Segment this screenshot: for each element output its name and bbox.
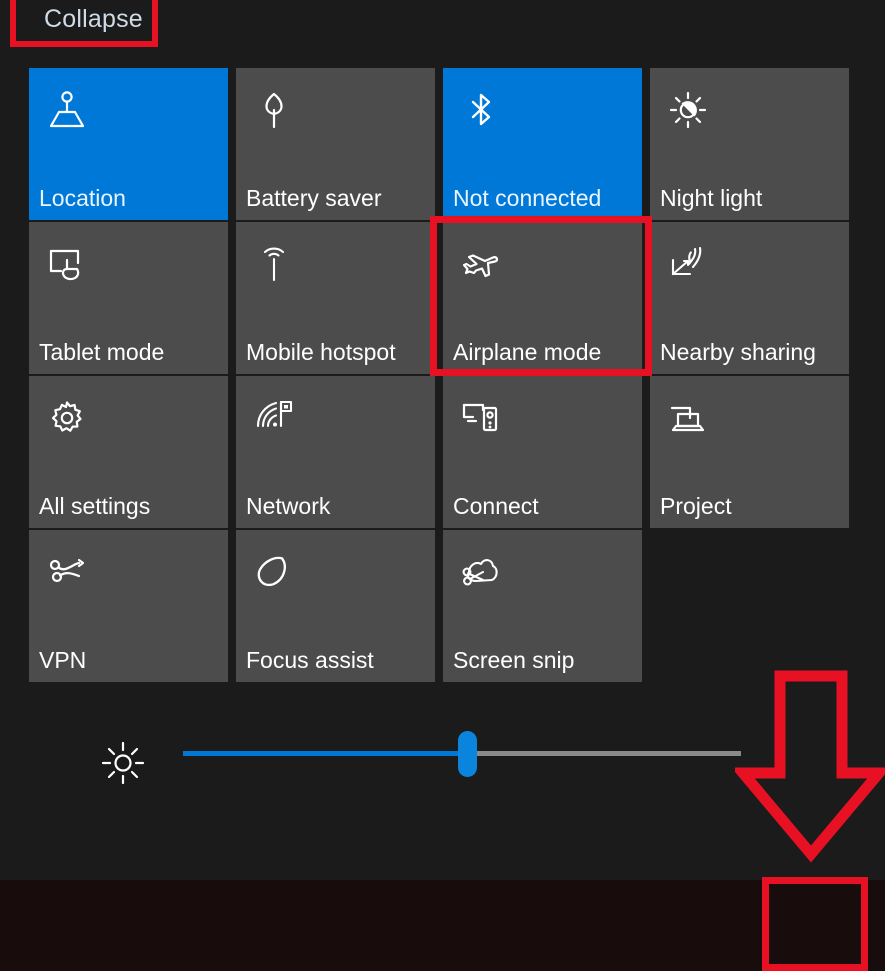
brightness-slider-row [0, 718, 885, 798]
quick-action-tile-network[interactable]: Network [236, 376, 435, 528]
battery-saver-icon [246, 82, 302, 138]
quick-action-tile-label: Mobile hotspot [246, 339, 396, 365]
mobile-hotspot-icon [246, 236, 302, 292]
quick-action-tile-label: Location [39, 185, 126, 211]
quick-action-tile-night-light[interactable]: Night light [650, 68, 849, 220]
quick-action-tile-label: All settings [39, 493, 151, 519]
collapse-annotation-box: Collapse [10, 0, 158, 47]
brightness-slider-fill [183, 751, 466, 756]
quick-action-tile-nearby-sharing[interactable]: Nearby sharing [650, 222, 849, 374]
quick-action-tile-connect[interactable]: Connect [443, 376, 642, 528]
quick-action-tile-location[interactable]: Location [29, 68, 228, 220]
quick-action-tile-project[interactable]: Project [650, 376, 849, 528]
project-icon [660, 390, 716, 446]
quick-action-tile-label: VPN [39, 647, 87, 673]
quick-action-tile-label: Night light [660, 185, 763, 211]
quick-action-tile-label: Project [660, 493, 732, 519]
network-icon [246, 390, 302, 446]
action-center-screen: Collapse Location Battery saver Not connec… [0, 0, 885, 971]
airplane-icon [453, 236, 509, 292]
bluetooth-icon [453, 82, 509, 138]
quick-action-tile-focus-assist[interactable]: Focus assist [236, 530, 435, 682]
quick-action-tile-label: Airplane mode [453, 339, 602, 365]
quick-actions-grid: Location Battery saver Not connected Night … [29, 68, 850, 682]
quick-action-tile-label: Nearby sharing [660, 339, 816, 365]
quick-action-tile-airplane-mode[interactable]: Airplane mode [443, 222, 642, 374]
night-light-icon [660, 82, 716, 138]
quick-action-tile-battery-saver[interactable]: Battery saver [236, 68, 435, 220]
quick-action-tile-mobile-hotspot[interactable]: Mobile hotspot [236, 222, 435, 374]
quick-action-tile-label: Network [246, 493, 331, 519]
tablet-mode-icon [39, 236, 95, 292]
connect-icon [453, 390, 509, 446]
quick-action-tile-label: Focus assist [246, 647, 374, 673]
quick-action-tile-label: Tablet mode [39, 339, 165, 365]
vpn-icon [39, 544, 95, 600]
collapse-button[interactable]: Collapse [44, 1, 143, 37]
taskbar: 4:08 PM 3/4/2021 [0, 880, 885, 971]
location-icon [39, 82, 95, 138]
moon-icon [246, 544, 302, 600]
quick-action-tile-all-settings[interactable]: All settings [29, 376, 228, 528]
quick-action-tile-label: Not connected [453, 185, 602, 211]
quick-action-tile-label: Screen snip [453, 647, 575, 673]
quick-action-tile-not-connected[interactable]: Not connected [443, 68, 642, 220]
brightness-slider-thumb[interactable] [458, 731, 477, 777]
brightness-icon [98, 738, 148, 788]
quick-action-tile-vpn[interactable]: VPN [29, 530, 228, 682]
quick-action-tile-label: Battery saver [246, 185, 382, 211]
quick-action-tile-tablet-mode[interactable]: Tablet mode [29, 222, 228, 374]
nearby-sharing-icon [660, 236, 716, 292]
quick-action-tile-label: Connect [453, 493, 539, 519]
screen-snip-icon [453, 544, 509, 600]
quick-action-tile-screen-snip[interactable]: Screen snip [443, 530, 642, 682]
gear-icon [39, 390, 95, 446]
